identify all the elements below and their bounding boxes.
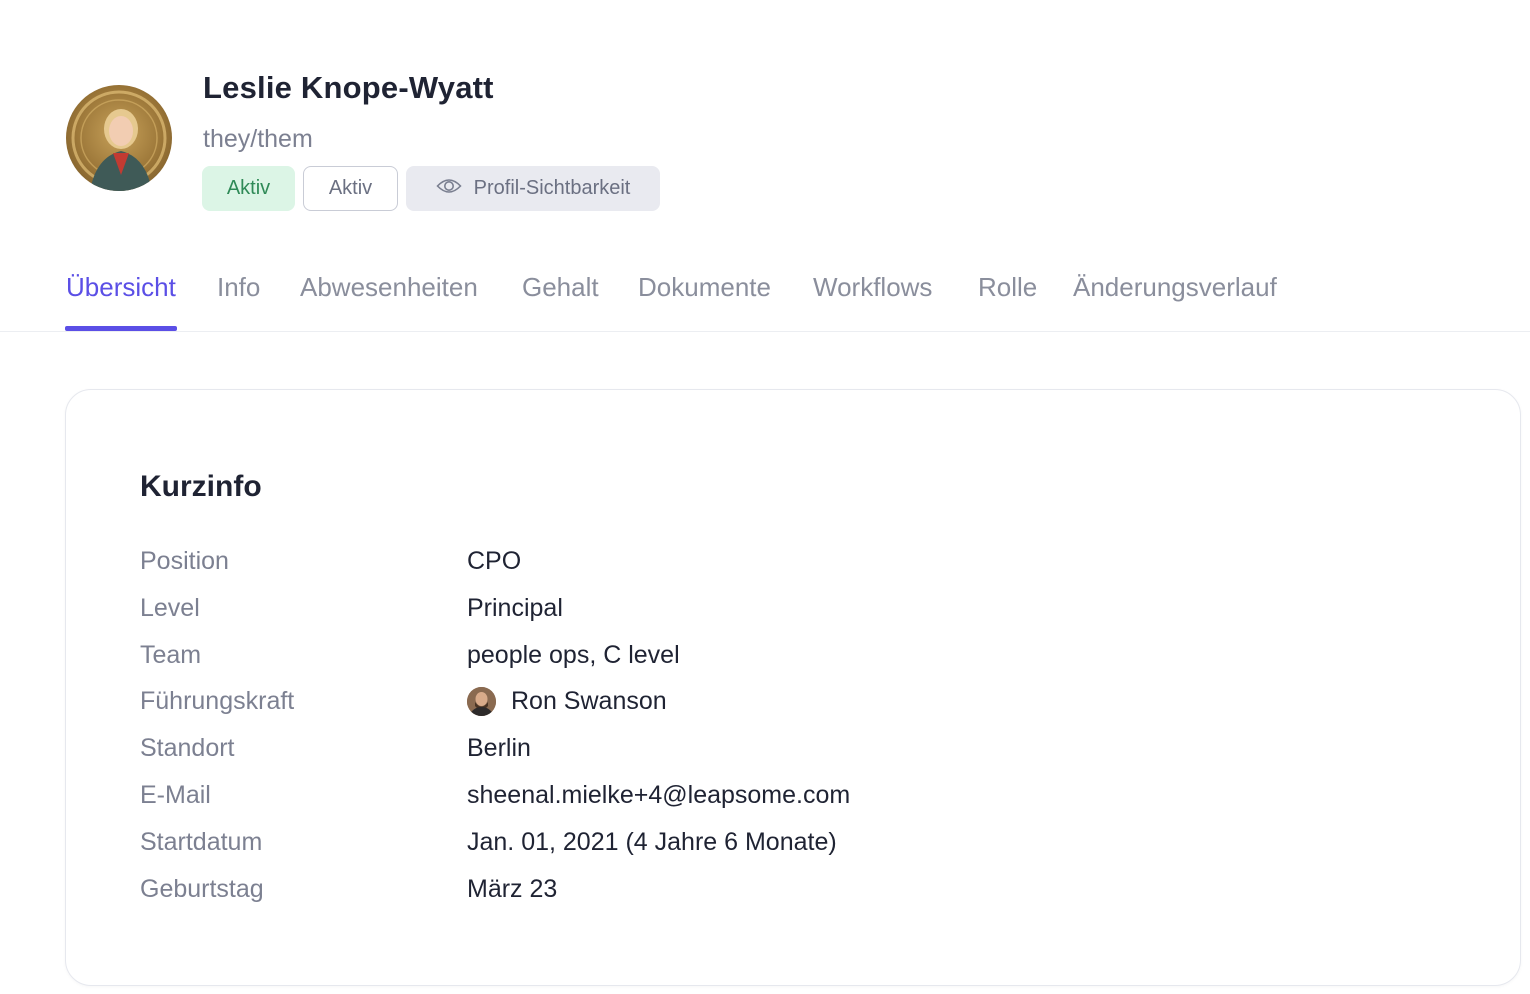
manager-name: Ron Swanson (511, 687, 667, 715)
card-title: Kurzinfo (140, 470, 262, 503)
tab-rolle[interactable]: Rolle (978, 272, 1037, 330)
profile-name: Leslie Knope-Wyatt (203, 70, 494, 105)
profile-pronouns: they/them (203, 125, 313, 153)
info-row-manager: Führungskraft Ron Swanson (140, 687, 1440, 727)
info-value: Jan. 01, 2021 (4 Jahre 6 Monate) (467, 828, 837, 856)
info-value: März 23 (467, 875, 558, 903)
eye-icon (436, 177, 462, 201)
info-row-level: Level Principal (140, 594, 1440, 634)
info-value: Berlin (467, 734, 531, 762)
profile-visibility-label: Profil-Sichtbarkeit (473, 177, 631, 199)
profile-badges: Aktiv Aktiv Profil-Sichtbarkeit (202, 166, 660, 211)
manager-link[interactable]: Ron Swanson (467, 687, 667, 716)
status-outline-badge: Aktiv (303, 166, 398, 211)
info-label: Standort (140, 734, 235, 762)
info-row-position: Position CPO (140, 547, 1440, 587)
info-row-start-date: Startdatum Jan. 01, 2021 (4 Jahre 6 Mona… (140, 828, 1440, 868)
tab-workflows[interactable]: Workflows (813, 272, 932, 330)
tab-dokumente[interactable]: Dokumente (638, 272, 771, 330)
info-label: Geburtstag (140, 875, 264, 903)
profile-photo-icon (71, 90, 167, 191)
profile-header: Leslie Knope-Wyatt they/them Aktiv Aktiv… (66, 70, 766, 220)
manager-avatar-icon (467, 687, 496, 716)
info-label: Team (140, 641, 202, 669)
tab-abwesenheiten[interactable]: Abwesenheiten (300, 272, 478, 330)
tab-aenderungsverlauf[interactable]: Änderungsverlauf (1073, 272, 1277, 330)
profile-avatar[interactable] (66, 85, 172, 191)
kurzinfo-card: Kurzinfo Position CPO Level Principal Te… (65, 389, 1521, 986)
status-badge: Aktiv (202, 166, 295, 211)
info-label: Position (140, 547, 229, 575)
info-label: Level (140, 594, 200, 622)
info-value: people ops, C level (467, 641, 680, 669)
tab-gehalt[interactable]: Gehalt (522, 272, 599, 330)
info-label: E-Mail (140, 781, 211, 809)
profile-visibility-button[interactable]: Profil-Sichtbarkeit (406, 166, 660, 211)
info-value: Principal (467, 594, 563, 622)
info-row-birthday: Geburtstag März 23 (140, 875, 1440, 915)
info-row-location: Standort Berlin (140, 734, 1440, 774)
info-row-team: Team people ops, C level (140, 641, 1440, 681)
info-value: CPO (467, 547, 522, 575)
tab-info[interactable]: Info (217, 272, 260, 330)
info-label: Startdatum (140, 828, 263, 856)
info-label: Führungskraft (140, 687, 295, 715)
tab-uebersicht[interactable]: Übersicht (65, 272, 177, 331)
info-row-email: E-Mail sheenal.mielke+4@leapsome.com (140, 781, 1440, 821)
profile-tabs: Übersicht Info Abwesenheiten Gehalt Doku… (0, 262, 1530, 332)
email-value[interactable]: sheenal.mielke+4@leapsome.com (467, 781, 850, 810)
